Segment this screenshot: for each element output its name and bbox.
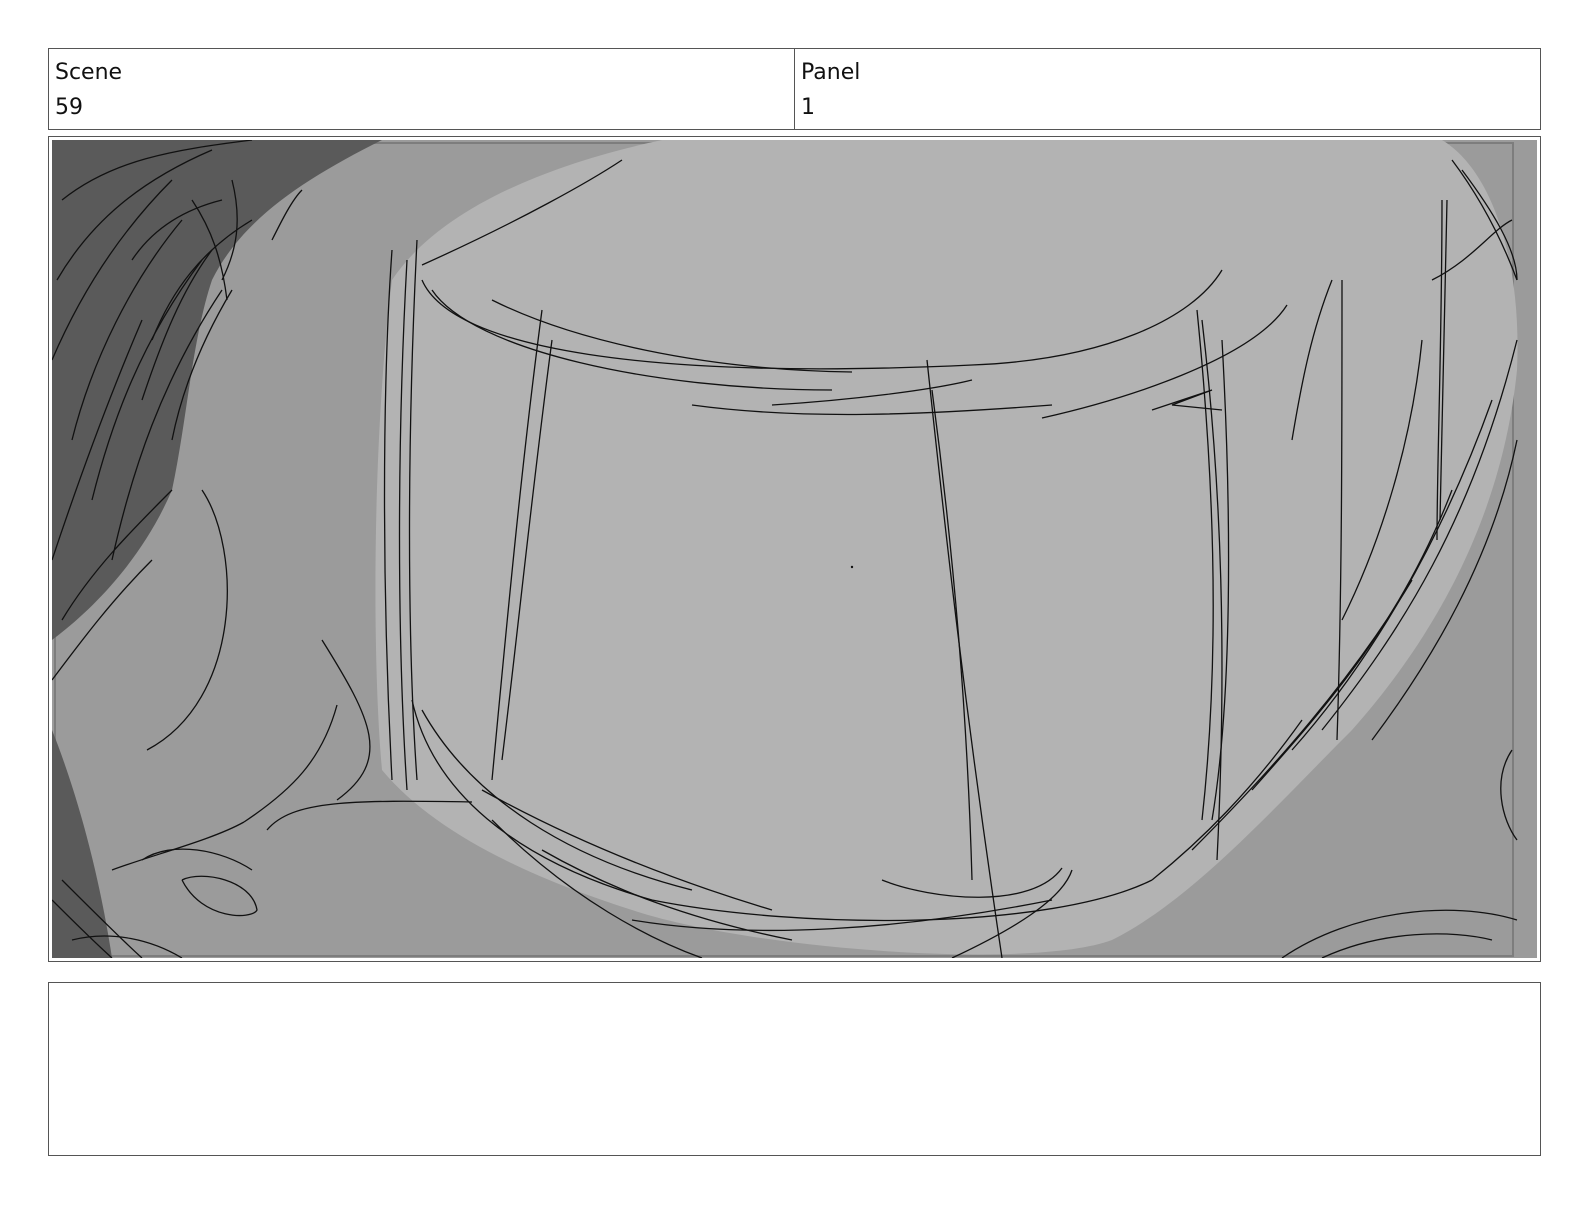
panel-cell: Panel 1 [794,49,1540,129]
scene-label: Scene [55,60,123,85]
scene-number: 59 [55,95,83,120]
storyboard-sketch-icon [52,140,1537,958]
scene-panel-header: Scene 59 Panel 1 [48,48,1541,130]
scene-cell: Scene 59 [49,49,794,129]
panel-notes-box [48,982,1541,1156]
panel-number: 1 [801,95,815,120]
storyboard-panel [48,136,1541,962]
panel-label: Panel [801,60,861,85]
